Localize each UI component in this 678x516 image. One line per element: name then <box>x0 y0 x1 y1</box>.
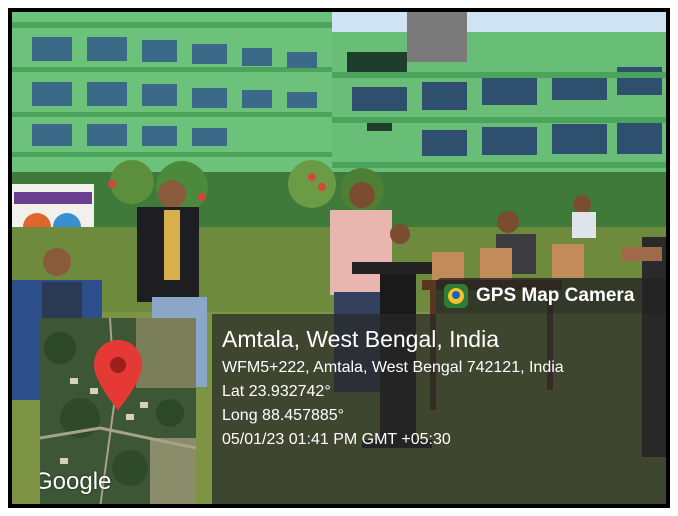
longitude-line: Long 88.457885° <box>222 407 345 424</box>
photo: GPS Map Camera Google Amtala, West Benga… <box>12 12 666 504</box>
gps-app-tag: GPS Map Camera <box>436 278 666 314</box>
gps-app-name: GPS Map Camera <box>476 285 635 306</box>
gps-map-camera-icon <box>444 284 468 308</box>
photo-frame: GPS Map Camera Google Amtala, West Benga… <box>8 8 670 508</box>
man-black-jacket <box>158 180 186 208</box>
address-line: WFM5+222, Amtala, West Bengal 742121, In… <box>222 359 564 376</box>
building-name-board <box>347 52 407 74</box>
speaker <box>349 182 375 208</box>
location-info-panel: Amtala, West Bengal, India WFM5+222, Amt… <box>212 314 666 504</box>
seated-man-right <box>497 211 519 233</box>
place-title: Amtala, West Bengal, India <box>222 326 499 352</box>
map-thumbnail: Google <box>40 318 196 504</box>
latitude-line: Lat 23.932742° <box>222 383 331 400</box>
seated-man-left <box>43 248 71 276</box>
podium <box>352 262 438 274</box>
datetime-line: 05/01/23 01:41 PM GMT +05:30 <box>222 431 451 448</box>
google-attribution: Google <box>40 468 112 495</box>
